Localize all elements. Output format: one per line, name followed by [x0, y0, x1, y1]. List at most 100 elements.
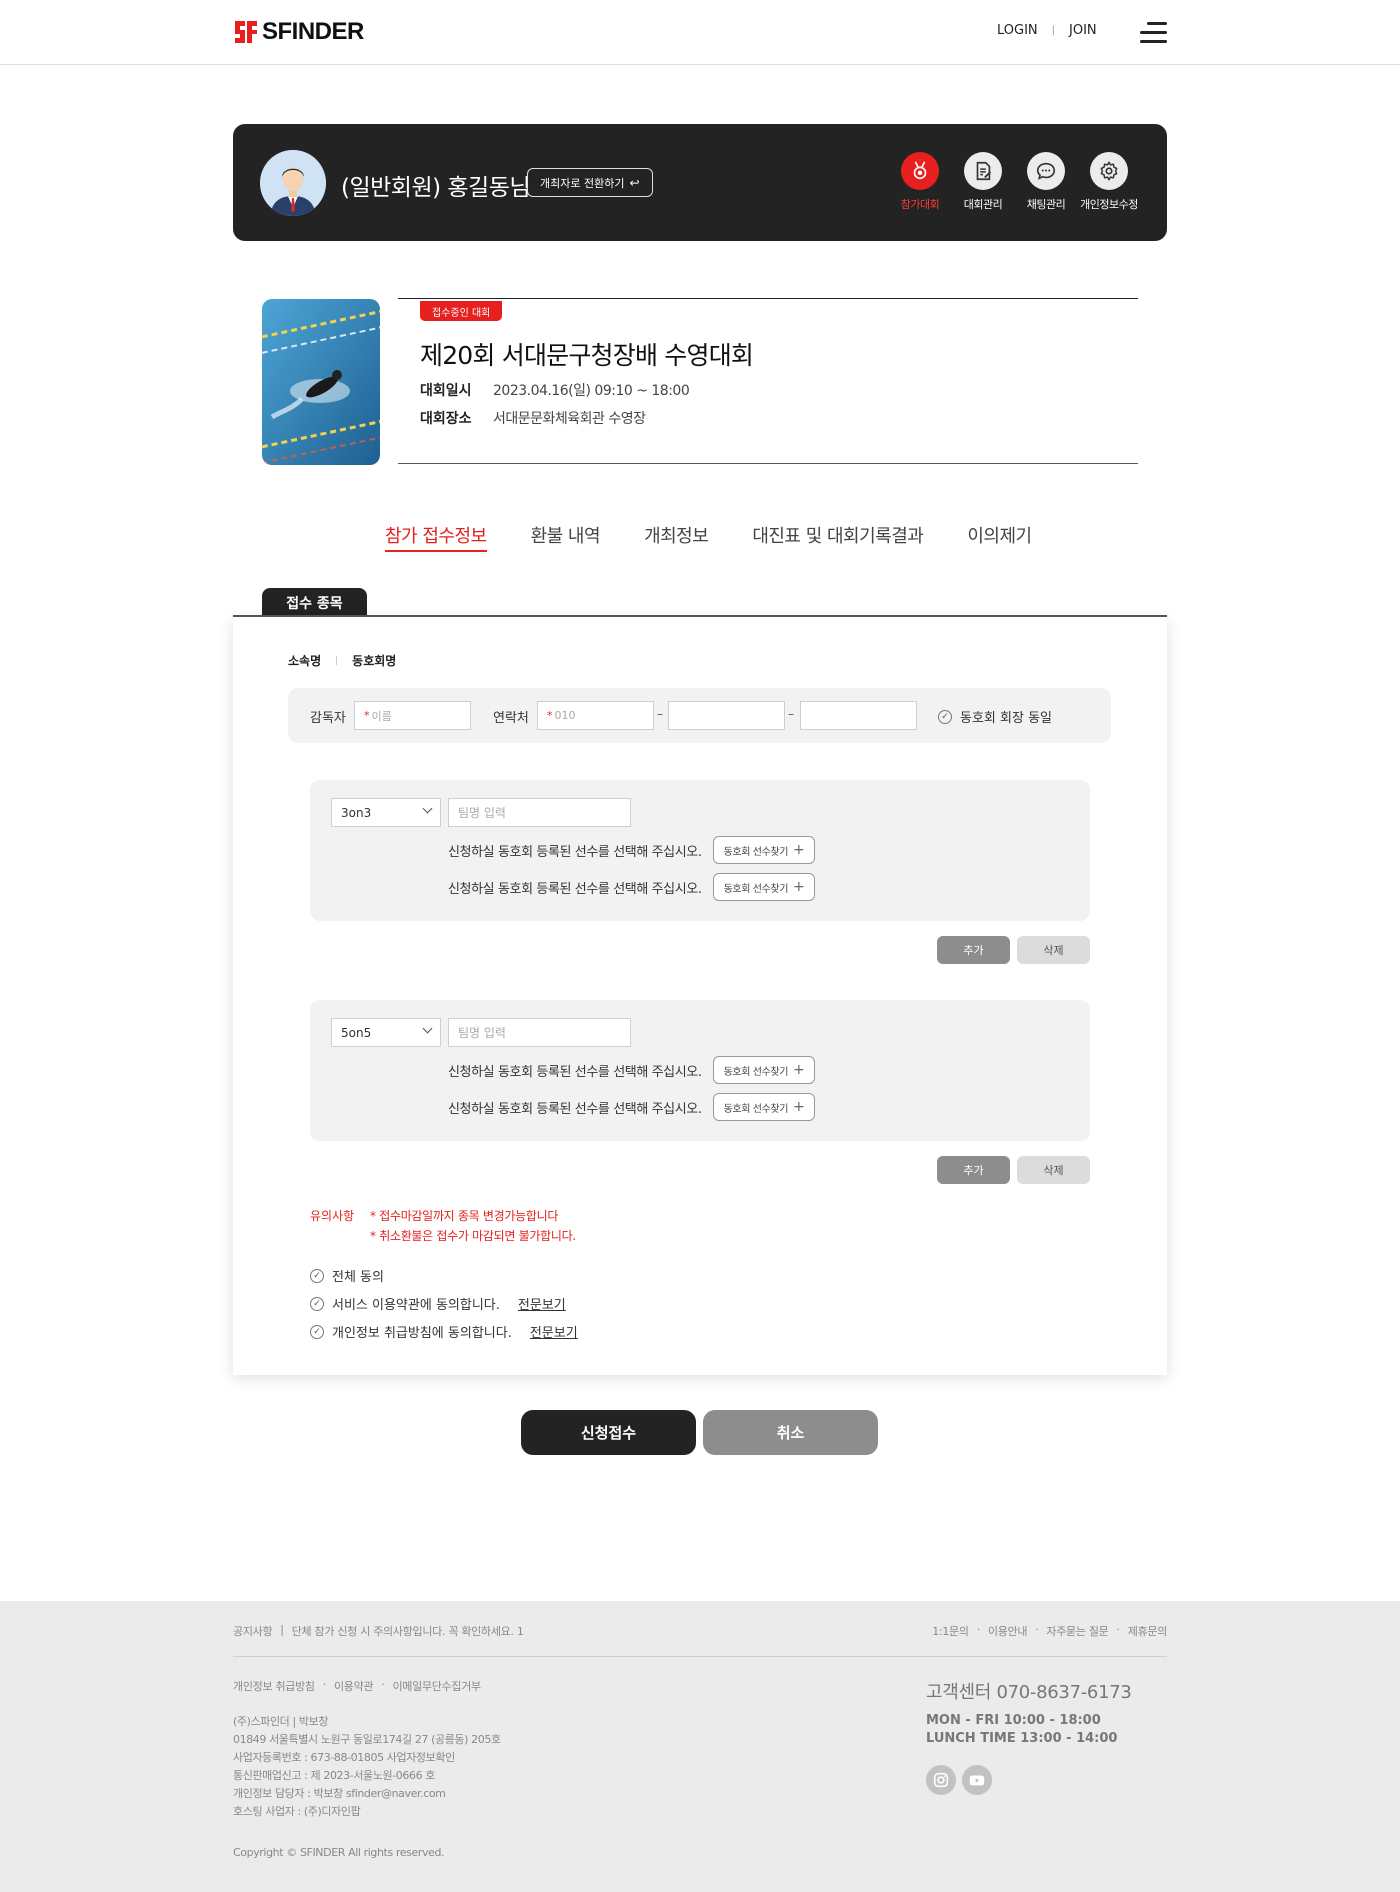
avatar [260, 150, 326, 216]
auth-links: LOGIN | JOIN [997, 23, 1097, 38]
event-type-value: 5on5 [341, 1025, 372, 1040]
tab-host-info[interactable]: 개최정보 [644, 522, 709, 552]
check-icon: ✓ [938, 709, 952, 724]
coach-name-input[interactable]: * 이름 [354, 701, 471, 730]
sfinder-logo[interactable]: SFINDER [233, 18, 364, 46]
nav-event-management[interactable]: 대회관리 [952, 152, 1014, 212]
event-tabs: 참가 접수정보 환불 내역 개최정보 대진표 및 대회기록결과 이의제기 [385, 522, 1076, 552]
nav-label: 개인정보수정 [1080, 198, 1138, 211]
chat-icon [1027, 152, 1065, 190]
card-top-line [233, 615, 1167, 617]
cs-hours-lunch: LUNCH TIME 13:00 - 14:00 [926, 1731, 1118, 1746]
switch-to-host-button[interactable]: 개최자로 전환하기 ↩ [527, 168, 653, 197]
footer-link-faq[interactable]: 자주묻는 질문 [1046, 1623, 1108, 1639]
view-privacy-link[interactable]: 전문보기 [530, 1322, 578, 1341]
footer-dot: · [1035, 1623, 1039, 1636]
team-name-placeholder: 팀명 입력 [458, 806, 506, 820]
footer-link-partnership[interactable]: 제휴문의 [1128, 1623, 1168, 1639]
switch-button-label: 개최자로 전환하기 [540, 176, 625, 190]
event-type-value: 3on3 [341, 805, 372, 820]
find-player-button[interactable]: 동호회 선수찾기 + [712, 836, 816, 864]
contact-placeholder: 010 [554, 709, 576, 722]
agree-terms-checkbox[interactable]: ✓ 서비스 이용약관에 동의합니다. 전문보기 [310, 1294, 566, 1313]
footer-notice-label[interactable]: 공지사항 [233, 1623, 273, 1639]
coach-label: 감독자 [310, 711, 346, 726]
tab-objection[interactable]: 이의제기 [967, 522, 1032, 552]
member-panel: (일반회원) 홍길동님 개최자로 전환하기 ↩ 참가대회 대회관리 채팅관리 개… [233, 124, 1167, 241]
submit-button[interactable]: 신청접수 [521, 1410, 696, 1455]
footer-divider [233, 1656, 1167, 1657]
nav-label: 대회관리 [963, 198, 1003, 211]
check-icon: ✓ [310, 1324, 324, 1339]
cancel-button[interactable]: 취소 [703, 1410, 878, 1455]
team-name-input[interactable]: 팀명 입력 [448, 798, 631, 827]
contact-input-2[interactable] [668, 701, 785, 730]
affiliation-row: 소속명 | 동호회명 [288, 652, 396, 669]
delete-button[interactable]: 삭제 [1017, 1156, 1090, 1184]
nav-joined-events[interactable]: 참가대회 [889, 152, 951, 212]
event-place-label: 대회장소 [420, 411, 472, 427]
footer-link-email-policy[interactable]: 이메일무단수집거부 [392, 1678, 481, 1694]
find-player-label: 동호회 선수찾기 [723, 1103, 789, 1115]
agree-all-checkbox[interactable]: ✓ 전체 동의 [310, 1266, 384, 1285]
instagram-icon[interactable] [926, 1765, 956, 1795]
find-player-button[interactable]: 동호회 선수찾기 + [712, 1056, 816, 1084]
medal-icon [901, 152, 939, 190]
find-player-label: 동호회 선수찾기 [723, 1066, 789, 1078]
footer-policy-links: 개인정보 취급방침 · 이용약관 · 이메일무단수집거부 [233, 1678, 481, 1694]
coach-name-placeholder: 이름 [371, 709, 392, 723]
tab-registration-info[interactable]: 참가 접수정보 [385, 522, 487, 552]
footer-notice-text[interactable]: 단체 참가 신청 시 주의사항입니다. 꼭 확인하세요. 1 [292, 1623, 524, 1639]
delete-button[interactable]: 삭제 [1017, 936, 1090, 964]
login-link[interactable]: LOGIN [997, 23, 1038, 38]
company-line: 사업자등록번호 : 673-88-01805 사업자정보확인 [233, 1751, 455, 1764]
menu-icon[interactable] [1140, 22, 1167, 44]
document-icon [964, 152, 1002, 190]
player-select-row: 신청하실 동호회 등록된 선수를 선택해 주십시오. 동호회 선수찾기 + [448, 1056, 816, 1084]
footer-dot: · [1116, 1623, 1121, 1636]
find-player-button[interactable]: 동호회 선수찾기 + [712, 1093, 816, 1121]
footer-link-inquiry[interactable]: 1:1문의 [932, 1623, 969, 1639]
same-as-president-checkbox[interactable]: ✓ 동호회 회장 동일 [938, 707, 1052, 726]
footer-link-privacy[interactable]: 개인정보 취급방침 [233, 1678, 315, 1694]
footer-dot: · [976, 1623, 981, 1636]
find-player-button[interactable]: 동호회 선수찾기 + [712, 873, 816, 901]
find-player-label: 동호회 선수찾기 [723, 883, 789, 895]
nav-label: 참가대회 [900, 198, 940, 211]
required-mark: * [364, 709, 370, 722]
tab-bracket-results[interactable]: 대진표 및 대회기록결과 [752, 522, 924, 552]
contact-input-3[interactable] [800, 701, 917, 730]
agree-privacy-checkbox[interactable]: ✓ 개인정보 취급방침에 동의합니다. 전문보기 [310, 1322, 578, 1341]
status-badge: 접수중인 대회 [420, 301, 503, 321]
event-date-row: 대회일시 2023.04.16(일) 09:10 ~ 18:00 [420, 380, 690, 400]
footer-notice: 공지사항 | 단체 참가 신청 시 주의사항입니다. 꼭 확인하세요. 1 [233, 1623, 524, 1639]
affiliation-separator: | [335, 655, 339, 666]
customer-center-title: 고객센터 070-8637-6173 [926, 1682, 1132, 1703]
nav-edit-profile[interactable]: 개인정보수정 [1078, 152, 1140, 212]
plus-icon: + [793, 879, 805, 895]
add-button[interactable]: 추가 [937, 1156, 1010, 1184]
team-name-input[interactable]: 팀명 입력 [448, 1018, 631, 1047]
cs-hours-weekday: MON - FRI 10:00 - 18:00 [926, 1713, 1101, 1728]
company-line: (주)스파인더 | 박보창 [233, 1715, 329, 1728]
tab-refund-history[interactable]: 환불 내역 [531, 522, 601, 552]
customer-center-hours: MON - FRI 10:00 - 18:00 LUNCH TIME 13:00… [926, 1712, 1117, 1748]
contact-input-1[interactable]: * 010 [537, 701, 654, 730]
youtube-icon[interactable] [962, 1765, 992, 1795]
footer-link-terms[interactable]: 이용약관 [334, 1678, 374, 1694]
event-type-select[interactable]: 3on3 [331, 798, 441, 827]
plus-icon: + [793, 1099, 805, 1115]
nav-chat-management[interactable]: 채팅관리 [1015, 152, 1077, 212]
swimmer-image [262, 299, 380, 465]
auth-separator: | [1051, 25, 1056, 36]
add-button[interactable]: 추가 [937, 936, 1010, 964]
company-line: 01849 서울특별시 노원구 동일로174길 27 (공릉동) 205호 [233, 1733, 501, 1746]
agree-terms-label: 서비스 이용약관에 동의합니다. [332, 1298, 500, 1313]
view-terms-link[interactable]: 전문보기 [518, 1294, 566, 1313]
join-link[interactable]: JOIN [1069, 23, 1097, 38]
card-tab-label: 접수 종목 [262, 588, 367, 617]
event-type-select[interactable]: 5on5 [331, 1018, 441, 1047]
footer-link-guide[interactable]: 이용안내 [988, 1623, 1028, 1639]
player-select-text: 신청하실 동호회 등록된 선수를 선택해 주십시오. [448, 1064, 702, 1080]
notice-label: 유의사항 [310, 1209, 355, 1223]
